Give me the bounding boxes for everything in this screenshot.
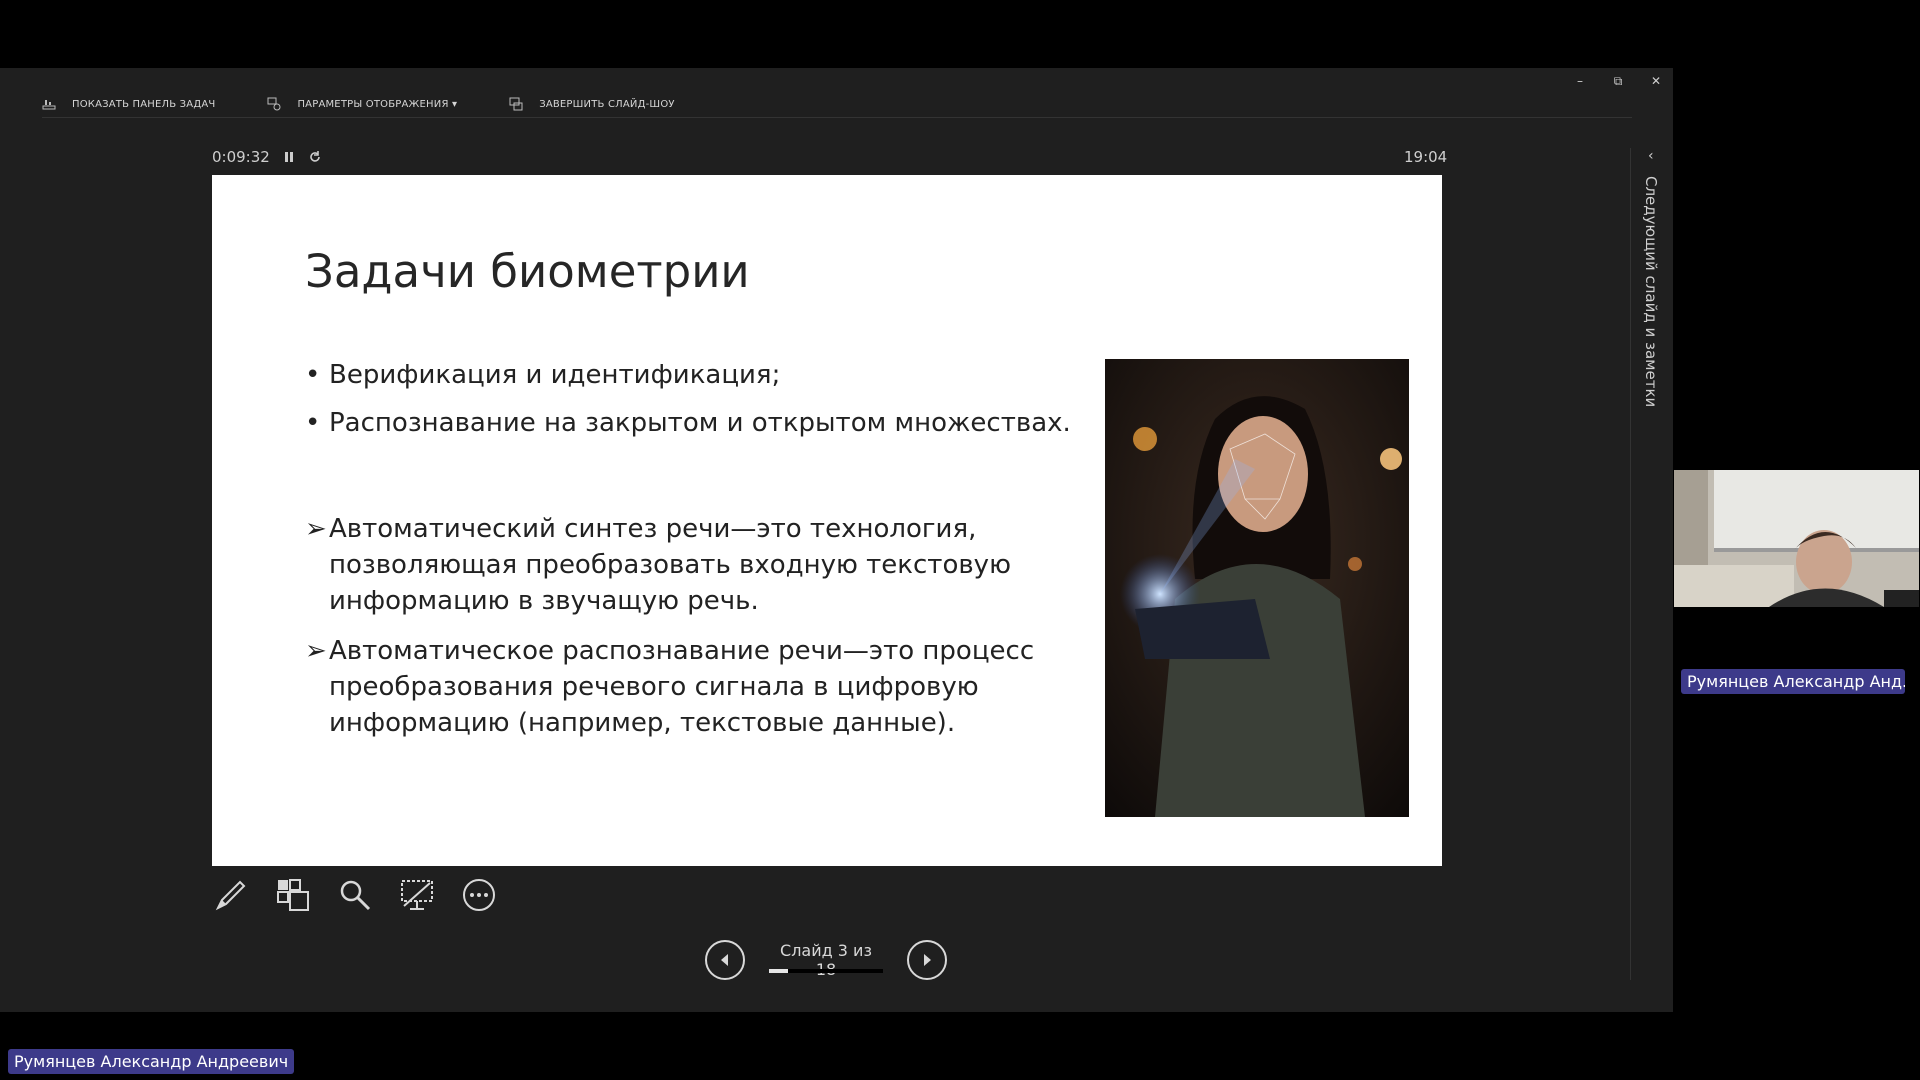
presenter-toolbar: ПОКАЗАТЬ ПАНЕЛЬ ЗАДАЧ ПАРАМЕТРЫ ОТОБРАЖЕ… [42, 90, 675, 118]
more-options-button[interactable] [460, 876, 498, 914]
end-slideshow-button[interactable]: ЗАВЕРШИТЬ СЛАЙД-ШОУ [509, 97, 675, 111]
next-slide-panel-label: Следующий слайд и заметки [1642, 176, 1660, 408]
collapse-panel-icon[interactable]: ‹ [1648, 148, 1654, 164]
window-controls: – ⧉ ✕ [1573, 74, 1663, 89]
bullet-item: • Верификация и идентификация; [305, 357, 1075, 393]
participant-video [1674, 470, 1919, 607]
zoom-button[interactable] [336, 876, 374, 914]
bullet-text: Распознавание на закрытом и открытом мно… [329, 408, 1071, 438]
camera-name-badge: Румянцев Александр Анд... [1681, 669, 1905, 694]
pen-tool-button[interactable] [212, 876, 250, 914]
timer: 0:09:32 [212, 148, 322, 166]
arrow-item: ➢ Автоматическое распознавание речи—это … [305, 633, 1075, 741]
slide-progress-bar [769, 969, 883, 973]
next-slide-button[interactable] [907, 940, 947, 980]
display-settings-label: ПАРАМЕТРЫ ОТОБРАЖЕНИЯ ▾ [297, 98, 458, 110]
current-time: 19:04 [1404, 148, 1448, 166]
restart-timer-icon[interactable] [308, 150, 322, 164]
minimize-button[interactable]: – [1573, 74, 1587, 89]
next-slide-panel[interactable]: Следующий слайд и заметки [1642, 176, 1662, 496]
bullet-item: • Распознавание на закрытом и открытом м… [305, 405, 1075, 441]
black-screen-button[interactable] [398, 876, 436, 914]
slideshow-window: ПОКАЗАТЬ ПАНЕЛЬ ЗАДАЧ ПАРАМЕТРЫ ОТОБРАЖЕ… [0, 68, 1673, 1012]
slide-counter[interactable]: Слайд 3 из 18 [769, 941, 883, 979]
toolbar-divider [42, 117, 1632, 118]
arrow-text: Автоматическое распознавание речи—это пр… [329, 636, 1035, 738]
magnifier-icon [340, 880, 371, 911]
slide-title: Задачи биометрии [305, 245, 750, 298]
see-all-slides-button[interactable] [274, 876, 312, 914]
slide-body: • Верификация и идентификация; • Распозн… [305, 357, 1075, 755]
restore-button[interactable]: ⧉ [1611, 74, 1625, 89]
arrow-text: Автоматический синтез речи—это технологи… [329, 514, 1011, 616]
more-icon [463, 879, 495, 911]
slides-grid-icon [277, 879, 309, 911]
display-settings-icon [267, 97, 281, 111]
elapsed-time: 0:09:32 [212, 148, 270, 166]
slide-counter-text: Слайд 3 из 18 [780, 941, 872, 979]
previous-slide-button[interactable] [705, 940, 745, 980]
slide-progress-fill [769, 969, 789, 973]
arrow-left-icon [721, 954, 728, 966]
presenter-name-badge: Румянцев Александр Андреевич [8, 1049, 295, 1074]
panel-divider [1630, 148, 1631, 980]
show-taskbar-button[interactable]: ПОКАЗАТЬ ПАНЕЛЬ ЗАДАЧ [42, 97, 215, 111]
bullet-text: Верификация и идентификация; [329, 360, 781, 390]
slide-navigation: Слайд 3 из 18 [705, 940, 947, 980]
bullet-mark: • [305, 360, 321, 390]
taskbar-icon [42, 100, 56, 110]
face-recognition-photo [1105, 359, 1409, 817]
arrow-mark: ➢ [305, 514, 327, 544]
end-slideshow-icon [509, 97, 523, 111]
arrow-item: ➢ Автоматический синтез речи—это техноло… [305, 511, 1075, 619]
bullet-mark: • [305, 408, 321, 438]
screen-off-icon [401, 880, 433, 910]
presenter-tools [212, 876, 498, 914]
pause-icon[interactable] [284, 151, 294, 163]
end-slideshow-label: ЗАВЕРШИТЬ СЛАЙД-ШОУ [539, 98, 675, 110]
display-settings-button[interactable]: ПАРАМЕТРЫ ОТОБРАЖЕНИЯ ▾ [267, 97, 457, 111]
current-slide: Задачи биометрии • Верификация и идентиф… [212, 175, 1442, 866]
arrow-right-icon [924, 954, 931, 966]
close-button[interactable]: ✕ [1649, 74, 1663, 89]
arrow-mark: ➢ [305, 636, 327, 666]
show-taskbar-label: ПОКАЗАТЬ ПАНЕЛЬ ЗАДАЧ [72, 98, 216, 110]
pen-icon [215, 880, 246, 911]
